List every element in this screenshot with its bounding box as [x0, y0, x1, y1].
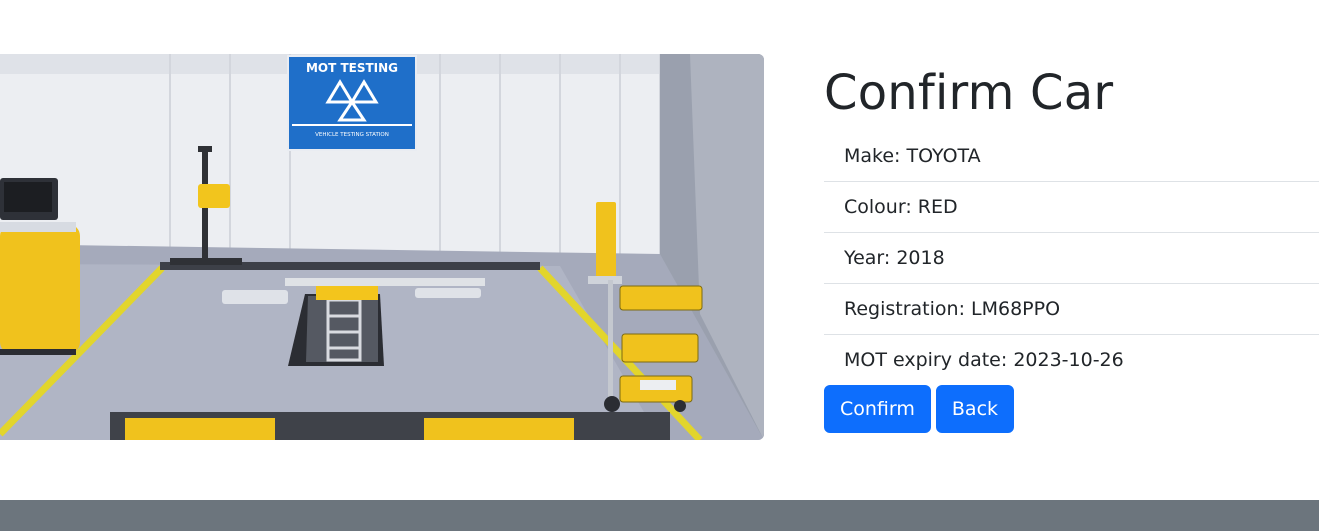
detail-year-value: 2018: [896, 247, 945, 269]
detail-make-label: Make:: [844, 145, 907, 167]
detail-year-label: Year:: [844, 247, 897, 269]
detail-colour: Colour: RED: [824, 182, 1319, 233]
mot-sign-subtitle: VEHICLE TESTING STATION: [315, 132, 389, 138]
car-details-list: Make: TOYOTA Colour: RED Year: 2018 Regi…: [824, 131, 1319, 387]
mot-bay-image: MOT TESTING VEHICLE TESTING STATION bost…: [0, 54, 764, 440]
confirm-car-panel: Confirm Car Make: TOYOTA Colour: RED Yea…: [824, 54, 1319, 433]
footer-bar: [0, 500, 1319, 531]
detail-mot-expiry-value: 2023-10-26: [1013, 349, 1124, 371]
detail-make: Make: TOYOTA: [824, 131, 1319, 182]
detail-colour-label: Colour:: [844, 196, 918, 218]
action-buttons: Confirm Back: [824, 385, 1319, 433]
page-title: Confirm Car: [824, 65, 1114, 121]
confirm-button[interactable]: Confirm: [824, 385, 931, 433]
back-button[interactable]: Back: [935, 385, 1015, 433]
detail-make-value: TOYOTA: [906, 145, 981, 167]
detail-colour-value: RED: [917, 196, 958, 218]
detail-registration-label: Registration:: [844, 298, 972, 320]
detail-mot-expiry-label: MOT expiry date:: [844, 349, 1014, 371]
detail-registration-value: LM68PPO: [971, 298, 1061, 320]
mot-sign-title: MOT TESTING: [306, 61, 398, 75]
detail-year: Year: 2018: [824, 233, 1319, 284]
detail-registration: Registration: LM68PPO: [824, 284, 1319, 335]
detail-mot-expiry: MOT expiry date: 2023-10-26: [824, 335, 1319, 387]
